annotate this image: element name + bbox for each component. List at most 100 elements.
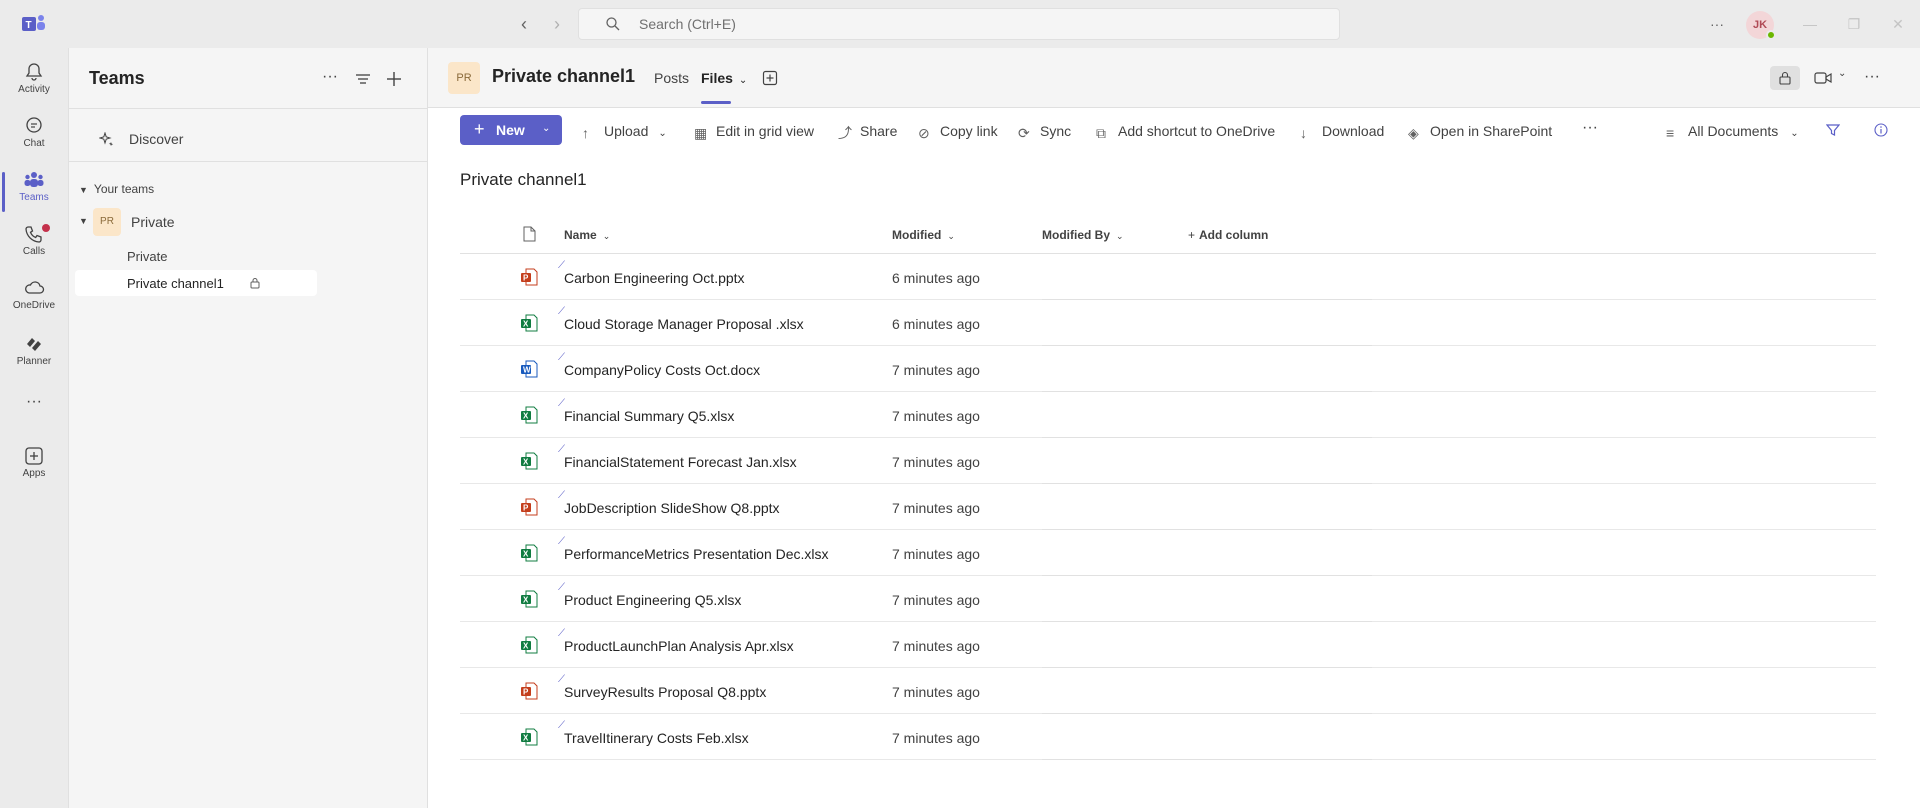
file-name[interactable]: FinancialStatement Forecast Jan.xlsx: [564, 454, 797, 470]
share-icon: ⤴: [838, 125, 852, 141]
table-row[interactable]: X ⟋ Cloud Storage Manager Proposal .xlsx 6 …: [460, 300, 1876, 346]
open-sharepoint-button[interactable]: ◈ Open in SharePoint: [1408, 123, 1552, 141]
column-header-name[interactable]: Name ⌄: [564, 228, 610, 242]
copy-link-button[interactable]: ⊘ Copy link: [918, 123, 998, 141]
table-row[interactable]: X ⟋ PerformanceMetrics Presentation Dec.xl…: [460, 530, 1876, 576]
add-shortcut-button[interactable]: ⧉ Add shortcut to OneDrive: [1096, 123, 1275, 141]
rail-item-calls[interactable]: Calls: [0, 218, 68, 272]
table-row[interactable]: X ⟋ TravelItinerary Costs Feb.xlsx 7 minute…: [460, 714, 1876, 760]
channel-item-private-channel1[interactable]: Private channel1: [75, 270, 317, 296]
video-camera-icon: [1814, 72, 1832, 84]
add-tab-icon[interactable]: [762, 70, 778, 86]
upload-label: Upload: [604, 123, 649, 139]
back-arrow-icon[interactable]: ‹: [514, 14, 534, 34]
your-teams-header[interactable]: ▼ Your teams: [79, 182, 154, 196]
svg-text:X: X: [523, 320, 529, 329]
tab-files-label: Files: [701, 70, 733, 86]
column-header-modified-by[interactable]: Modified By ⌄: [1042, 228, 1124, 242]
table-row[interactable]: X ⟋ ProductLaunchPlan Analysis Apr.xlsx 7 m…: [460, 622, 1876, 668]
table-row[interactable]: X ⟋ FinancialStatement Forecast Jan.xlsx 7 …: [460, 438, 1876, 484]
table-row[interactable]: W ⟋ CompanyPolicy Costs Oct.docx 7 minutes …: [460, 346, 1876, 392]
edit-grid-button[interactable]: ▦ Edit in grid view: [694, 123, 814, 141]
more-options-icon[interactable]: ···: [319, 68, 341, 90]
channel-info-button[interactable]: [1770, 66, 1800, 90]
filter-icon[interactable]: [1826, 123, 1840, 137]
upload-icon: ↑: [582, 125, 589, 141]
forward-arrow-icon[interactable]: ›: [547, 14, 567, 34]
share-label: Share: [860, 123, 898, 139]
rail-item-onedrive[interactable]: OneDrive: [0, 272, 68, 326]
table-row[interactable]: P ⟋ JobDescription SlideShow Q8.pptx 7 minu…: [460, 484, 1876, 530]
table-row[interactable]: P ⟋ SurveyResults Proposal Q8.pptx 7 minute…: [460, 668, 1876, 714]
excel-file-icon: X: [521, 728, 538, 746]
meet-button[interactable]: ⌄: [1814, 66, 1854, 90]
minimize-icon[interactable]: —: [1800, 14, 1820, 34]
share-button[interactable]: ⤴ Share: [838, 123, 897, 141]
file-name[interactable]: Product Engineering Q5.xlsx: [564, 592, 741, 608]
bell-icon: [25, 63, 43, 81]
library-title: Private channel1: [460, 170, 587, 189]
file-name[interactable]: ProductLaunchPlan Analysis Apr.xlsx: [564, 638, 794, 654]
svg-text:T: T: [26, 20, 32, 31]
rail-item-activity[interactable]: Activity: [0, 56, 68, 110]
add-icon[interactable]: [383, 68, 405, 90]
add-column-button[interactable]: + Add column: [1188, 228, 1268, 242]
file-name[interactable]: JobDescription SlideShow Q8.pptx: [564, 500, 780, 516]
channel-label: Private: [127, 249, 168, 264]
tab-posts[interactable]: Posts: [654, 70, 689, 86]
sync-button[interactable]: ⟳ Sync: [1018, 123, 1071, 141]
rail-label: Activity: [18, 84, 50, 95]
app-rail: Activity Chat Teams Calls OneDrive Plann…: [0, 48, 68, 808]
file-type-icon[interactable]: [522, 226, 536, 242]
link-icon: ⊘: [918, 125, 930, 141]
rail-more-apps[interactable]: ···: [0, 388, 68, 418]
file-name[interactable]: CompanyPolicy Costs Oct.docx: [564, 362, 760, 378]
file-modified: 6 minutes ago: [892, 270, 980, 286]
close-icon[interactable]: ✕: [1888, 14, 1908, 34]
rail-item-planner[interactable]: Planner: [0, 328, 68, 382]
edit-grid-label: Edit in grid view: [716, 123, 815, 139]
add-column-label: Add column: [1199, 228, 1269, 242]
chevron-down-icon: ⌄: [658, 128, 667, 139]
avatar[interactable]: JK: [1746, 11, 1776, 40]
file-name[interactable]: Financial Summary Q5.xlsx: [564, 408, 734, 424]
excel-file-icon: X: [521, 314, 538, 332]
file-modified: 7 minutes ago: [892, 730, 980, 746]
search-input[interactable]: [639, 9, 1319, 39]
rail-item-apps[interactable]: Apps: [0, 440, 68, 494]
file-name[interactable]: Cloud Storage Manager Proposal .xlsx: [564, 316, 804, 332]
table-row[interactable]: X ⟋ Financial Summary Q5.xlsx 7 minutes ago: [460, 392, 1876, 438]
svg-text:X: X: [523, 412, 529, 421]
info-icon[interactable]: [1874, 123, 1888, 137]
upload-button[interactable]: ↑ Upload ⌄: [582, 123, 667, 141]
excel-file-icon: X: [521, 544, 538, 562]
file-name[interactable]: PerformanceMetrics Presentation Dec.xlsx: [564, 546, 829, 562]
more-options-icon[interactable]: ···: [1864, 66, 1880, 90]
file-name[interactable]: Carbon Engineering Oct.pptx: [564, 270, 745, 286]
grid-icon: ▦: [694, 125, 708, 141]
search-icon: [606, 17, 620, 31]
chevron-down-icon: ⌄: [738, 75, 748, 86]
file-name[interactable]: TravelItinerary Costs Feb.xlsx: [564, 730, 749, 746]
rail-item-chat[interactable]: Chat: [0, 110, 68, 164]
more-options-icon[interactable]: ···: [1710, 10, 1724, 38]
download-icon: ↓: [1300, 125, 1307, 141]
more-options-icon[interactable]: ···: [1582, 119, 1598, 137]
search-box[interactable]: [578, 8, 1340, 40]
view-selector[interactable]: ≡ All Documents ⌄: [1666, 123, 1799, 141]
rail-item-teams[interactable]: Teams: [0, 164, 68, 218]
download-button[interactable]: ↓ Download: [1300, 123, 1384, 141]
table-row[interactable]: X ⟋ Product Engineering Q5.xlsx 7 minutes a…: [460, 576, 1876, 622]
new-button[interactable]: + New ⌄: [460, 115, 562, 145]
column-header-modified[interactable]: Modified ⌄: [892, 228, 955, 242]
filter-lines-icon[interactable]: [352, 68, 374, 90]
file-name[interactable]: SurveyResults Proposal Q8.pptx: [564, 684, 766, 700]
tab-files[interactable]: Files ⌄: [701, 70, 748, 104]
sparkle-icon: [99, 132, 114, 146]
file-modified: 7 minutes ago: [892, 362, 980, 378]
channel-item-private[interactable]: Private: [75, 243, 317, 269]
table-row[interactable]: P ⟋ Carbon Engineering Oct.pptx 6 minutes a…: [460, 254, 1876, 300]
maximize-icon[interactable]: ❐: [1844, 14, 1864, 34]
open-sharepoint-label: Open in SharePoint: [1430, 123, 1553, 139]
divider: [69, 108, 428, 109]
